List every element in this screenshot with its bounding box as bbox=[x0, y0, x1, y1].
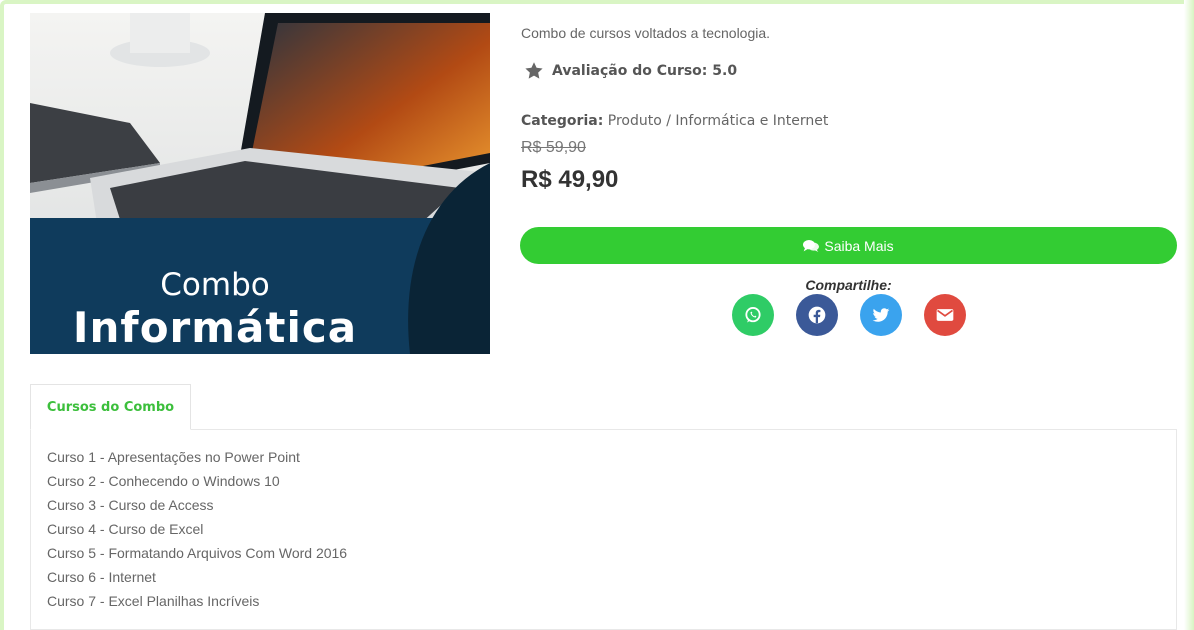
page-frame-shadow bbox=[1184, 0, 1194, 630]
category-label: Categoria: bbox=[521, 113, 604, 129]
saiba-mais-button[interactable]: Saiba Mais bbox=[520, 227, 1177, 264]
course-list: Curso 1 - Apresentações no Power Point C… bbox=[47, 446, 347, 614]
tab-cursos-do-combo[interactable]: Cursos do Combo bbox=[30, 384, 191, 430]
tab-panel-courses: Curso 1 - Apresentações no Power Point C… bbox=[30, 429, 1177, 630]
list-item: Curso 5 - Formatando Arquivos Com Word 2… bbox=[47, 545, 348, 561]
whatsapp-icon bbox=[745, 307, 761, 323]
course-rating: Avaliação do Curso: 5.0 bbox=[523, 61, 737, 81]
old-price: R$ 59,90 bbox=[521, 139, 586, 156]
share-email-button[interactable] bbox=[924, 294, 966, 336]
chat-bubbles-icon bbox=[803, 239, 820, 252]
list-item: Curso 2 - Conhecendo o Windows 10 bbox=[47, 473, 280, 489]
current-price: R$ 49,90 bbox=[521, 166, 619, 193]
facebook-icon bbox=[808, 306, 826, 324]
image-caption-subtitle: Informática bbox=[72, 303, 358, 352]
envelope-icon bbox=[936, 309, 954, 321]
saiba-mais-label: Saiba Mais bbox=[824, 237, 894, 254]
list-item: Curso 3 - Curso de Access bbox=[47, 497, 214, 513]
share-twitter-button[interactable] bbox=[860, 294, 902, 336]
product-category: Categoria: Produto / Informática e Inter… bbox=[521, 113, 828, 129]
twitter-icon bbox=[872, 308, 890, 322]
rating-label: Avaliação do Curso: 5.0 bbox=[552, 63, 738, 79]
product-description: Combo de cursos voltados a tecnologia. bbox=[521, 25, 771, 41]
list-item: Curso 1 - Apresentações no Power Point bbox=[47, 449, 300, 465]
share-label: Compartilhe: bbox=[805, 277, 892, 293]
list-item: Curso 6 - Internet bbox=[47, 569, 156, 585]
image-caption-title: Combo bbox=[160, 267, 270, 303]
share-facebook-button[interactable] bbox=[796, 294, 838, 336]
list-item: Curso 7 - Excel Planilhas Incríveis bbox=[47, 593, 260, 609]
share-buttons bbox=[732, 294, 966, 336]
list-item: Curso 4 - Curso de Excel bbox=[47, 521, 204, 537]
star-icon bbox=[525, 62, 543, 79]
product-image: Combo Informática bbox=[30, 13, 490, 354]
category-value[interactable]: Produto / Informática e Internet bbox=[608, 113, 829, 129]
share-whatsapp-button[interactable] bbox=[732, 294, 774, 336]
